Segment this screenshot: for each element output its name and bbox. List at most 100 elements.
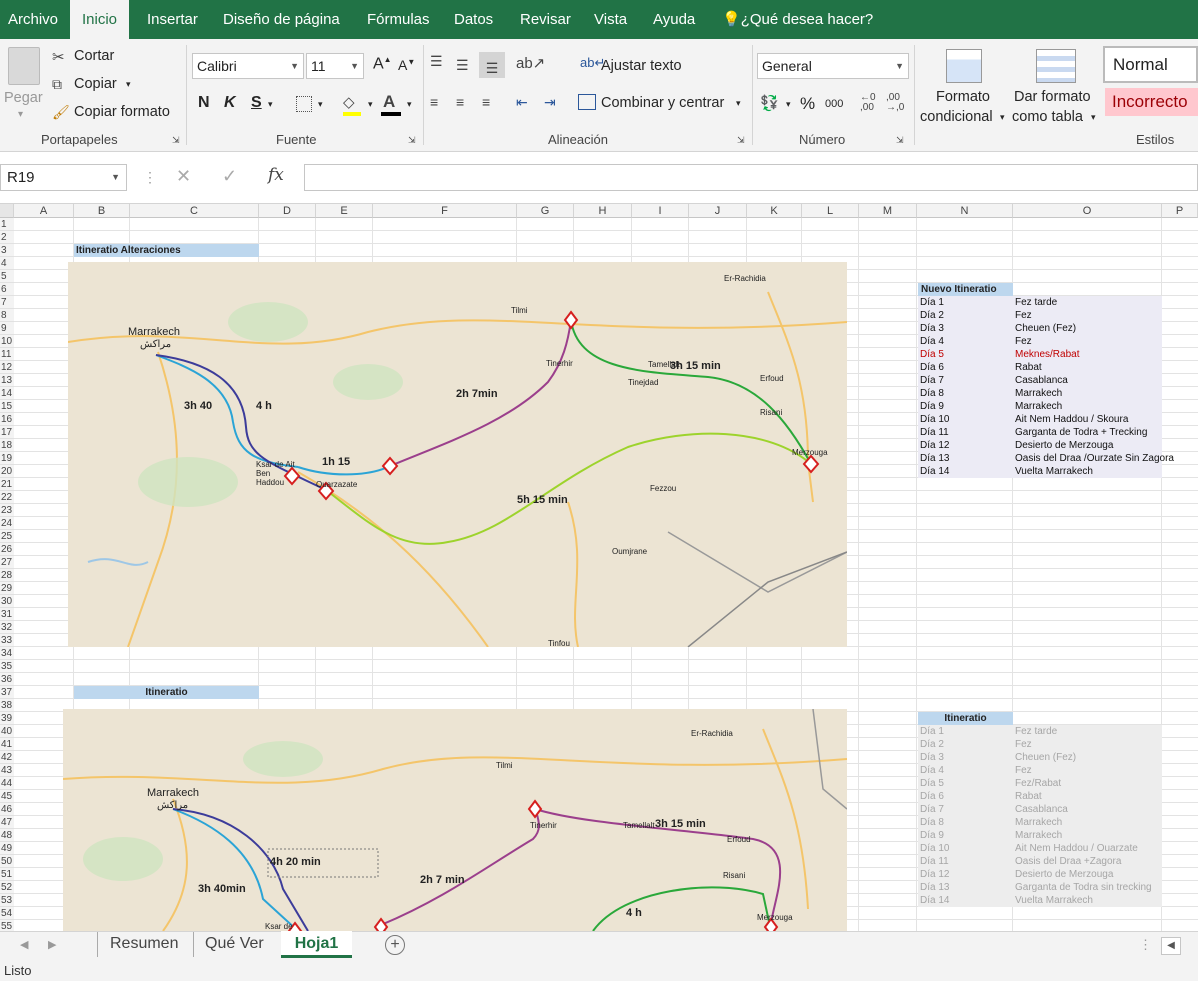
row-header-28[interactable]: 28 [0,569,14,582]
row-header-2[interactable]: 2 [0,231,14,244]
resize-handle-icon[interactable]: ⋮ [143,169,157,186]
column-header-C[interactable]: C [130,204,259,218]
row-header-42[interactable]: 42 [0,751,14,764]
column-header-G[interactable]: G [517,204,574,218]
row-header-30[interactable]: 30 [0,595,14,608]
name-box[interactable]: R19 ▼ [0,164,127,191]
row-header-25[interactable]: 25 [0,530,14,543]
row-header-5[interactable]: 5 [0,270,14,283]
itinerary-row[interactable]: Día 14 Vuelta Marrakech [918,894,1162,907]
style-normal[interactable]: Normal [1103,46,1198,83]
thousands-button[interactable]: 000 [825,98,843,110]
row-header-15[interactable]: 15 [0,400,14,413]
itinerary-row[interactable]: Día 3 Cheuen (Fez) [918,322,1162,335]
tab-archivo[interactable]: Archivo [6,0,60,39]
increase-indent-icon[interactable]: ⇥ [544,94,556,111]
column-header-A[interactable]: A [14,204,74,218]
column-header-B[interactable]: B [74,204,130,218]
column-header-I[interactable]: I [632,204,689,218]
copy-button[interactable]: Copiar [74,76,117,92]
tab-revisar[interactable]: Revisar [518,0,573,39]
itinerary-row[interactable]: Día 11 Garganta de Todra + Trecking [918,426,1162,439]
row-header-10[interactable]: 10 [0,335,14,348]
row-header-43[interactable]: 43 [0,764,14,777]
underline-dropdown-icon[interactable]: ▾ [268,99,273,110]
row-header-12[interactable]: 12 [0,361,14,374]
row-header-33[interactable]: 33 [0,634,14,647]
itinerary-row[interactable]: Día 13 Garganta de Todra sin trecking [918,881,1162,894]
borders-dropdown-icon[interactable]: ▾ [318,99,323,110]
row-header-50[interactable]: 50 [0,855,14,868]
row-header-17[interactable]: 17 [0,426,14,439]
add-sheet-icon[interactable]: + [385,935,405,955]
row-header-20[interactable]: 20 [0,465,14,478]
itinerary-row[interactable]: Día 13 Oasis del Draa /Ourzate Sin Zagora [918,452,1174,465]
decrease-decimal-icon[interactable]: ,00 →,0 [886,93,904,113]
itinerary-row[interactable]: Día 5 Fez/Rabat [918,777,1162,790]
merge-center-button[interactable]: Combinar y centrar [601,95,724,111]
itinerary-row[interactable]: Día 4 Fez [918,764,1162,777]
row-header-38[interactable]: 38 [0,699,14,712]
style-incorrect[interactable]: Incorrecto [1105,88,1198,116]
itinerary-row[interactable]: Día 2 Fez [918,738,1162,751]
column-header-N[interactable]: N [917,204,1013,218]
decrease-indent-icon[interactable]: ⇤ [516,94,528,111]
paste-button[interactable]: Pegar [4,90,43,106]
row-header-9[interactable]: 9 [0,322,14,335]
itinerary-row[interactable]: Día 7 Casablanca [918,374,1162,387]
copy-dropdown-icon[interactable]: ▾ [126,79,131,90]
tab-insertar[interactable]: Insertar [145,0,200,39]
tab-inicio[interactable]: Inicio [70,0,130,39]
row-header-23[interactable]: 23 [0,504,14,517]
italic-button[interactable]: K [224,94,236,112]
column-header-M[interactable]: M [859,204,917,218]
font-size-combo[interactable]: 11 ▼ [306,53,364,79]
itinerary-row[interactable]: Día 6 Rabat [918,790,1162,803]
itinerary-row[interactable]: Día 9 Marrakech [918,400,1162,413]
row-header-18[interactable]: 18 [0,439,14,452]
itinerary-row[interactable]: Día 12 Desierto de Merzouga [918,439,1162,452]
sheet-tab-hoja1[interactable]: Hoja1 [281,931,352,958]
align-left-icon[interactable]: ≡ [430,94,438,110]
column-header-P[interactable]: P [1162,204,1198,218]
row-header-6[interactable]: 6 [0,283,14,296]
itinerary-row[interactable]: Día 3 Cheuen (Fez) [918,751,1162,764]
row-header-22[interactable]: 22 [0,491,14,504]
itinerary-row[interactable]: Día 4 Fez [918,335,1162,348]
row-header-14[interactable]: 14 [0,387,14,400]
row-header-4[interactable]: 4 [0,257,14,270]
tab-scroll-left-icon[interactable]: ◀ [20,938,28,951]
row-header-13[interactable]: 13 [0,374,14,387]
font-color-dropdown-icon[interactable]: ▾ [407,99,412,110]
itinerary-row[interactable]: Día 7 Casablanca [918,803,1162,816]
row-header-7[interactable]: 7 [0,296,14,309]
itinerary-row[interactable]: Día 14 Vuelta Marrakech [918,465,1162,478]
paste-icon[interactable] [8,47,40,85]
itinerary-row[interactable]: Día 12 Desierto de Merzouga [918,868,1162,881]
row-header-54[interactable]: 54 [0,907,14,920]
itinerary-row[interactable]: Día 8 Marrakech [918,816,1162,829]
itinerary-row[interactable]: Día 11 Oasis del Draa +Zagora [918,855,1162,868]
format-as-table-label[interactable]: como tabla [1012,109,1083,125]
formula-input[interactable] [304,164,1198,191]
split-handle-icon[interactable]: ⋮ [1139,937,1152,953]
bold-button[interactable]: N [198,94,210,112]
row-header-53[interactable]: 53 [0,894,14,907]
align-center-icon[interactable]: ≡ [456,94,464,110]
enter-icon[interactable]: ✓ [222,166,237,187]
format-painter-button[interactable]: Copiar formato [74,104,170,120]
row-header-36[interactable]: 36 [0,673,14,686]
cut-button[interactable]: Cortar [74,48,114,64]
row-header-16[interactable]: 16 [0,413,14,426]
font-color-icon[interactable]: A [383,92,395,112]
itinerary-row[interactable]: Día 1 Fez tarde [918,725,1162,738]
itinerary-row[interactable]: Día 10 Ait Nem Haddou / Ouarzate [918,842,1162,855]
tell-me[interactable]: 💡¿Qué desea hacer? [720,0,875,39]
itinerary-row[interactable]: Día 8 Marrakech [918,387,1162,400]
shrink-font-icon[interactable]: A▼ [398,57,415,73]
fill-color-icon[interactable]: ◇ [343,93,355,111]
row-header-26[interactable]: 26 [0,543,14,556]
hscroll-left-icon[interactable]: ◀ [1161,937,1181,955]
itinerary-row[interactable]: Día 10 Ait Nem Haddou / Skoura [918,413,1162,426]
clipboard-launcher-icon[interactable]: ⇲ [172,135,180,146]
